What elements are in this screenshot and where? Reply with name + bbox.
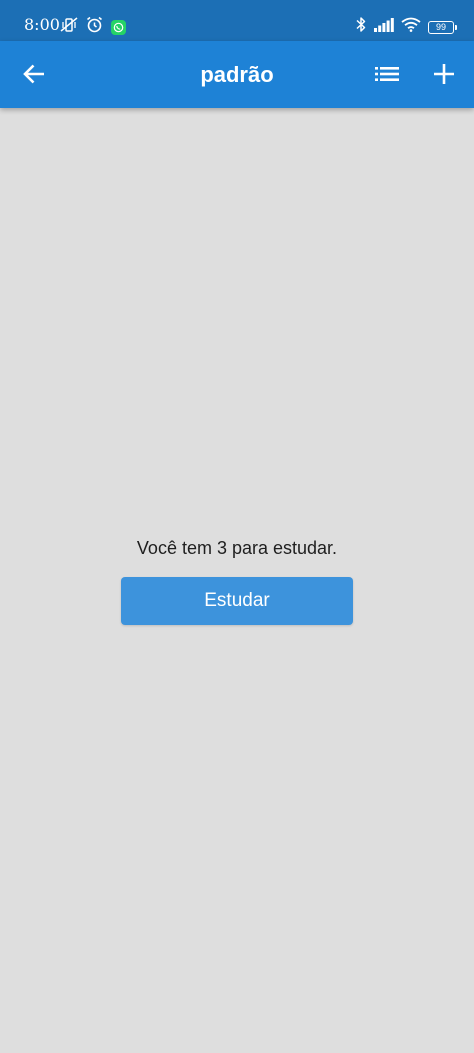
status-right-icons: 99: [355, 16, 457, 38]
plus-icon: [434, 64, 454, 84]
app-bar: padrão: [0, 41, 474, 108]
screen: 8:00 99 padrão Você tem 3 para estudar. …: [0, 0, 474, 1053]
battery-level: 99: [435, 21, 446, 32]
whatsapp-icon: [111, 19, 126, 35]
signal-icon: [374, 17, 394, 37]
back-button[interactable]: [14, 54, 54, 94]
bluetooth-icon: [355, 16, 367, 38]
status-left-icons: [60, 16, 126, 38]
alarm-icon: [86, 16, 103, 38]
study-button[interactable]: Estudar: [121, 577, 353, 625]
page-title: padrão: [200, 62, 274, 87]
wifi-icon: [401, 17, 421, 37]
add-button[interactable]: [424, 54, 464, 94]
list-icon: [375, 67, 399, 81]
status-bar: 8:00 99: [0, 0, 474, 41]
status-time: 8:00: [24, 15, 60, 34]
arrow-left-icon: [23, 64, 44, 84]
study-count-message: Você tem 3 para estudar.: [136, 538, 338, 558]
vibrate-off-icon: [60, 16, 78, 38]
list-button[interactable]: [367, 54, 407, 94]
battery-icon: 99: [428, 20, 457, 34]
